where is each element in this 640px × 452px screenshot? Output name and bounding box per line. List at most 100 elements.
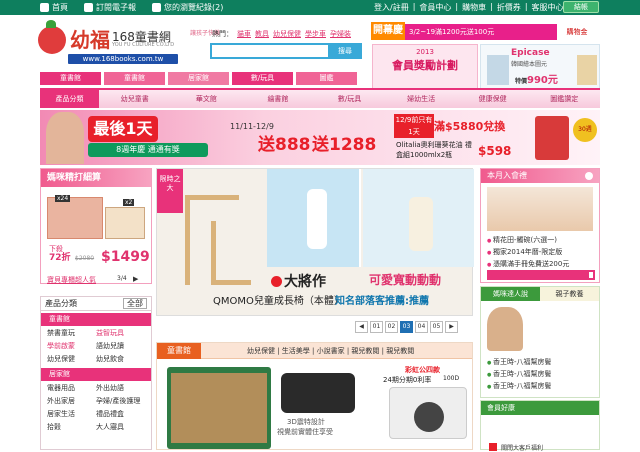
search-box: 搜尋 [210,43,362,59]
hot-word[interactable]: 幼兒保健 [273,30,301,38]
login-link[interactable]: 登入/註冊 [374,2,409,13]
checkout-button[interactable]: 結帳 [563,1,599,13]
sidebar-all-select[interactable]: 全部 [123,298,147,309]
promo-keyword-link[interactable]: 寶貝專櫃超人氣 [47,275,96,285]
top-bar: 首頁 訂閱電子報 您的瀏覽紀錄(2) 登入/註冊 | 會員中心 | 購物車 | 折價券… [0,0,640,15]
panel-title: 媽咪精打細算 [41,169,151,187]
section-title[interactable]: 童書館 [157,343,201,359]
sidebar-item[interactable]: 學前啟蒙 [47,341,96,351]
sidebar-item[interactable]: 禮品禮盒 [96,409,145,419]
device-text: 視覺前實體住享受 [277,428,333,436]
ad-tag: 開幕慶 [371,22,405,40]
cart-link[interactable]: 購物車 [462,2,486,13]
sidebar-item[interactable]: 外出幼語 [96,383,145,393]
sidebar-item[interactable]: 幼兒保健 [47,354,96,364]
site-logo[interactable]: 幼福 168童書網 YOU FU CULTURE CO.LTD www.168b… [38,20,220,66]
monthly-gift-panel: 本月入會禮 精花田-觸碗(六選一) 獨家2014年曆-限定版 憑購滿手冊免費送2… [480,168,600,283]
nav-item[interactable]: 婦幼生活 [385,90,457,108]
sidebar-item[interactable]: 禁書童玩 [47,328,96,338]
promo-page: 3/4 [117,275,127,282]
tab-toys[interactable]: 數/玩具 [232,72,293,85]
nav-item[interactable]: 數/玩具 [314,90,386,108]
nav-item[interactable]: 圖鑑讚定 [528,90,600,108]
panel-footer-bar [487,270,595,280]
sidebar-item[interactable]: 外出家居 [47,396,96,406]
product-image[interactable] [105,207,145,239]
mail-icon [84,3,93,12]
banner-sub: 8週年慶 通通有獎 [88,143,208,157]
product-image [487,55,509,85]
nav-category-menu[interactable]: 產品分類 [40,90,99,108]
category-tabs: 童書館 童書館 居家館 數/玩具 圖鑑 [40,72,357,85]
tab-parenting[interactable]: 親子教養 [540,287,599,301]
pager-prev-button[interactable]: ◀ [355,321,368,333]
epicase-ad[interactable]: Epicase 韓國繪本圖元 特價990元 [480,44,600,90]
pager-page[interactable]: 01 [370,321,383,333]
bag-image [535,116,569,160]
member-link[interactable]: 會員中心 [419,2,451,13]
pager-page[interactable]: 02 [385,321,398,333]
tab-encyclopedia[interactable]: 圖鑑 [296,72,357,85]
pager-page[interactable]: 04 [415,321,428,333]
nav-item[interactable]: 繪書館 [242,90,314,108]
hot-word[interactable]: 教具 [255,30,269,38]
sidebar-item[interactable]: 幼兒飲食 [96,354,145,364]
member-reward-ad[interactable]: 2013 會員獎勵計劃 [372,44,478,90]
ad-side: 購物金 [557,24,597,40]
promo-next-button[interactable]: ▶ [133,275,138,283]
gift-image[interactable] [487,187,593,231]
top-links: 登入/註冊 | 會員中心 | 購物車 | 折價券 | 客服中心 [374,2,564,13]
arrow-icon[interactable] [585,172,593,180]
member-deals-panel: 會員好康 關閉大客戶福利 [480,400,600,452]
sidebar-item[interactable]: 居家生活 [47,409,96,419]
camera-spec: 100D [443,375,460,382]
list-item[interactable]: 獨家2014年曆-限定版 [487,247,593,259]
hot-word[interactable]: 貓車 [237,30,251,38]
sidebar-item[interactable]: 語幼兒讀 [96,341,145,351]
list-item[interactable]: 香王時-八福幫房鬢 [487,369,552,381]
tab-mommy-expert[interactable]: 媽咪達人說 [481,287,540,301]
hot-word[interactable]: 孕婦裝 [330,30,351,38]
sidebar-item[interactable]: 電器用品 [47,383,96,393]
search-button[interactable]: 搜尋 [328,43,362,59]
search-input[interactable] [212,45,322,57]
sidebar-item[interactable]: 益智玩具 [96,328,145,338]
sidebar-section[interactable]: 居家館 [41,368,151,381]
books-section: 童書館 幼兒保健 | 生活美學 | 小說書家 | 親兒教閱 | 親兒教閱 3D震… [156,342,473,450]
top-ad-banner[interactable]: 開幕慶 3/2~19滿1200元送100元 購物金 [371,22,599,42]
tab-books-2[interactable]: 童書館 [104,72,165,85]
list-item[interactable]: 精花田-觸碗(六選一) [487,235,593,247]
sidebar-item[interactable]: 大人寢具 [96,422,145,432]
camera-image[interactable] [389,387,467,439]
coupon-link[interactable]: 折價券 [497,2,521,13]
member-text[interactable]: 關閉大客戶福利 [501,443,543,452]
sidebar-item[interactable]: 孕婦/產後護理 [96,396,145,406]
nav-item[interactable]: 健康保健 [457,90,529,108]
product-image[interactable] [47,197,103,239]
list-item[interactable]: 香王時-八福幫房鬢 [487,381,552,393]
pager-page[interactable]: 05 [430,321,443,333]
tab-home[interactable]: 居家館 [168,72,229,85]
device-text: 3D震特設計 [287,418,325,426]
tab-books[interactable]: 童書館 [40,72,101,85]
sidebar-title: 產品分類 [45,299,77,308]
sidebar-item[interactable]: 拾穀 [47,422,96,432]
subscribe-link[interactable]: 訂閱電子報 [84,2,136,13]
slider-tag: 限時之大 [157,169,183,213]
nav-item[interactable]: 幼兒童書 [99,90,171,108]
sidebar-section[interactable]: 童書館 [41,313,151,326]
list-item[interactable]: 香王時-八福幫房鬢 [487,357,552,369]
device-image[interactable] [281,373,355,413]
hero-slider[interactable]: 限時之大 大將作 QMOMO兒童成長椅（本體） 可愛寬動動動 知名部落客推薦:推… [156,168,474,316]
hot-word[interactable]: 學步車 [305,30,326,38]
promo-banner[interactable]: 最後1天 8週年慶 通通有獎 11/11-12/9 送888 送1288 12/… [40,110,600,165]
pager-next-button[interactable]: ▶ [445,321,458,333]
home-link[interactable]: 首頁 [40,2,68,13]
banner-headline: 最後1天 [88,116,158,142]
pager-page-current[interactable]: 03 [400,321,413,333]
section-links[interactable]: 幼兒保健 | 生活美學 | 小說書家 | 親兒教閱 | 親兒教閱 [247,346,414,356]
history-link[interactable]: 您的瀏覽紀錄(2) [152,2,223,13]
service-link[interactable]: 客服中心 [532,2,564,13]
home-icon [40,3,49,12]
nav-item[interactable]: 華文館 [171,90,243,108]
